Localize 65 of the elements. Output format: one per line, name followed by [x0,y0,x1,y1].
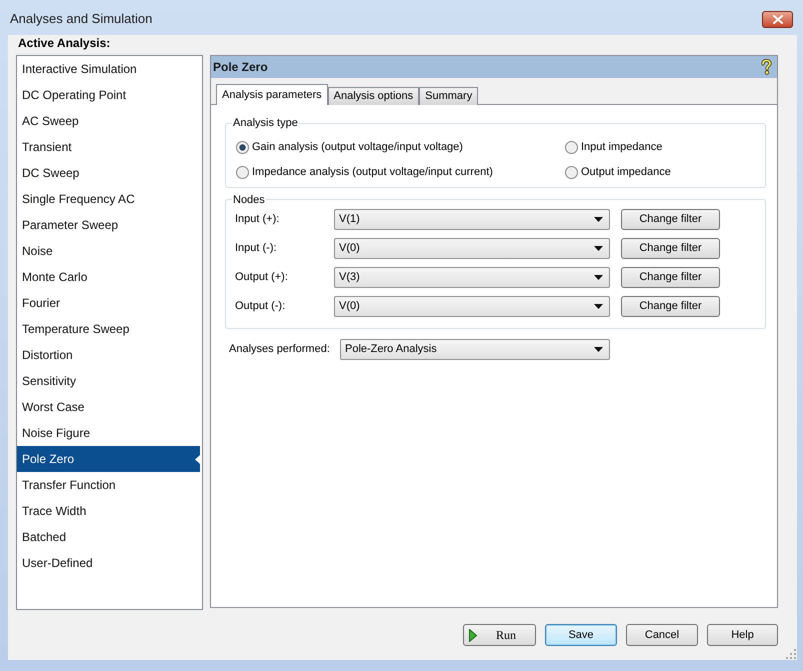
analysis-list-item[interactable]: Sensitivity [17,368,200,394]
help-icon[interactable] [761,59,772,75]
tab[interactable]: Summary [419,87,478,105]
analysis-list-item[interactable]: Batched [17,524,200,550]
dropdown[interactable]: V(3) [334,267,610,288]
analysis-list-item[interactable]: DC Sweep [17,160,200,186]
radio-icon[interactable] [565,140,578,154]
change-filter-button[interactable]: Change filter [621,238,720,259]
analysis-list-item[interactable]: Distortion [17,342,200,368]
caret-icon [594,347,603,352]
resize-grip-icon[interactable] [786,649,796,659]
analysis-list-item[interactable]: Interactive Simulation [17,56,200,82]
analysis-list-item[interactable]: AC Sweep [17,108,200,134]
dropdown[interactable]: V(0) [334,238,610,259]
dropdown[interactable]: Pole-Zero Analysis [340,339,610,360]
radio-option[interactable]: Output impedance [565,166,759,178]
radio-option[interactable]: Input impedance [565,140,759,154]
caret-icon [594,246,603,251]
selection-notch-icon [195,454,200,464]
group-label: Nodes [232,192,266,208]
change-filter-button[interactable]: Change filter [621,267,720,288]
radio-icon[interactable] [565,166,578,178]
close-button[interactable] [762,11,793,28]
section-heading: Active Analysis: [18,34,110,52]
field-label: Analyses performed: [229,342,331,358]
node-label: Input (+): [235,212,280,228]
play-icon [469,628,477,642]
radio-icon[interactable] [236,166,249,178]
analysis-list-item[interactable]: Transfer Function [17,472,200,498]
node-label: Output (-): [235,299,286,314]
caret-icon [594,304,603,309]
default-button[interactable]: Save [545,624,617,646]
dialog-button[interactable]: Help [707,624,778,646]
analysis-list-item[interactable]: Noise Figure [17,420,200,446]
tab[interactable]: Analysis options [328,87,420,105]
analysis-list-item[interactable]: Noise [17,238,200,264]
node-label: Input (-): [235,241,278,256]
dialog-button[interactable]: Cancel [626,624,698,646]
change-filter-button[interactable]: Change filter [621,209,720,230]
radio-option[interactable]: Impedance analysis (output voltage/input current) [236,166,565,178]
close-icon [772,15,782,24]
caret-icon [594,275,603,280]
node-label: Output (+): [235,270,289,286]
window-title: Analyses and Simulation [10,10,152,28]
analysis-list-item[interactable]: Worst Case [17,394,200,420]
dropdown[interactable]: V(1) [334,209,610,230]
analysis-list-item[interactable]: Monte Carlo [17,264,200,290]
analysis-list-item[interactable]: Single Frequency AC [17,186,200,212]
panel-title: Pole Zero [213,59,268,76]
dropdown[interactable]: V(0) [334,296,610,317]
caret-icon [594,217,603,222]
analysis-list-item[interactable]: Pole Zero [17,446,200,472]
analysis-list-item[interactable]: Temperature Sweep [17,316,200,342]
change-filter-button[interactable]: Change filter [621,296,720,317]
radio-icon[interactable] [236,140,249,154]
analysis-list-item[interactable]: Transient [17,134,200,160]
analysis-list-item[interactable]: Parameter Sweep [17,212,200,238]
group-label: Analysis type [232,116,299,131]
run-button[interactable]: Run [463,624,536,646]
analysis-list-item[interactable]: DC Operating Point [17,82,200,108]
analysis-list-item[interactable]: User-Defined [17,550,200,576]
analysis-list-item[interactable]: Fourier [17,290,200,316]
tab[interactable]: Analysis parameters [216,84,328,105]
analysis-list-item[interactable]: Trace Width [17,498,200,524]
radio-option[interactable]: Gain analysis (output voltage/input voltage) [236,140,565,154]
